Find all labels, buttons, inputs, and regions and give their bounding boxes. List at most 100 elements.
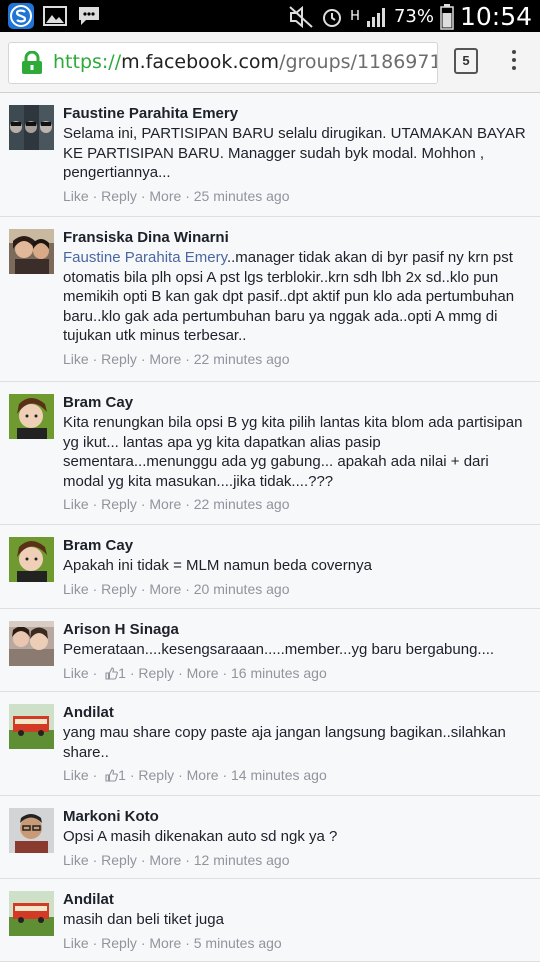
separator: · (222, 664, 228, 681)
comment-actions: Like · 1 · Reply · More · 16 minutes ago (63, 662, 533, 684)
separator: · (92, 851, 98, 868)
more-button[interactable]: More (149, 578, 181, 600)
comment-time[interactable]: 14 minutes ago (231, 764, 327, 786)
thumbs-up-icon (105, 666, 119, 680)
comment-item: Andilat masih dan beli tiket juga Like · R… (0, 879, 540, 962)
gallery-icon (42, 3, 68, 29)
separator: · (140, 851, 146, 868)
separator: · (92, 767, 98, 783)
separator: · (185, 496, 190, 512)
separator: · (92, 934, 98, 951)
like-button[interactable]: Like (63, 662, 89, 684)
reply-button[interactable]: Reply (138, 764, 174, 786)
more-button[interactable]: More (149, 493, 181, 515)
comment-body: Pemerataan....kesengsaraaan.....member..… (63, 641, 495, 658)
comment-time[interactable]: 16 minutes ago (231, 662, 327, 684)
more-button[interactable]: More (149, 849, 181, 871)
separator: · (92, 350, 98, 367)
comment-author[interactable]: Bram Cay (63, 393, 533, 413)
comment-body: yang mau share copy paste aja jangan lan… (63, 724, 506, 761)
comment-author[interactable]: Bram Cay (63, 536, 533, 556)
like-button[interactable]: Like (63, 185, 89, 207)
reply-button[interactable]: Reply (101, 348, 137, 370)
like-button[interactable]: Like (63, 493, 89, 515)
more-button[interactable]: More (149, 932, 181, 954)
reply-button[interactable]: Reply (138, 662, 174, 684)
separator: · (185, 851, 190, 868)
comment-body: Apakah ini tidak = MLM namun beda covern… (63, 557, 372, 574)
like-button[interactable]: Like (63, 348, 89, 370)
reply-button[interactable]: Reply (101, 578, 137, 600)
comment-author[interactable]: Arison H Sinaga (63, 620, 533, 640)
separator: · (185, 350, 190, 367)
comment-time[interactable]: 5 minutes ago (194, 932, 282, 954)
comment-actions: Like · Reply · More · 20 minutes ago (63, 578, 533, 600)
url-text[interactable]: https://m.facebook.com/groups/118697135 (53, 51, 437, 73)
comment-actions: Like · Reply · More · 25 minutes ago (63, 185, 533, 207)
separator: · (140, 580, 146, 597)
comment-text: Opsi A masih dikenakan auto sd ngk ya ? (63, 827, 533, 847)
like-button[interactable]: Like (63, 932, 89, 954)
comment-body: Selama ini, PARTISIPAN BARU selalu dirug… (63, 125, 526, 181)
comment-body: masih dan beli tiket juga (63, 911, 224, 928)
more-button[interactable]: More (149, 185, 181, 207)
reply-button[interactable]: Reply (101, 493, 137, 515)
separator: · (140, 934, 146, 951)
comment-time[interactable]: 12 minutes ago (194, 849, 290, 871)
comment-item: Fransiska Dina Winarni Faustine Parahita … (0, 217, 540, 382)
avatar[interactable] (9, 621, 54, 666)
avatar[interactable] (9, 891, 54, 936)
thumbs-up-icon (105, 769, 119, 782)
separator: · (140, 496, 146, 512)
comment-actions: Like · Reply · More · 12 minutes ago (63, 849, 533, 871)
like-button[interactable]: Like (63, 578, 89, 600)
comment-time[interactable]: 22 minutes ago (194, 348, 290, 370)
status-bar: H 73% 10:54 (0, 0, 540, 32)
comment-item: Bram Cay Kita renungkan bila opsi B yg ki… (0, 382, 540, 525)
comment-time[interactable]: 20 minutes ago (194, 578, 290, 600)
avatar[interactable] (9, 394, 54, 439)
comment-list: Faustine Parahita Emery Selama ini, PARTI… (0, 93, 540, 962)
more-button[interactable]: More (187, 764, 219, 786)
separator: · (92, 187, 98, 204)
separator: · (140, 187, 146, 204)
clock: 10:54 (459, 2, 532, 31)
avatar[interactable] (9, 537, 54, 582)
reply-button[interactable]: Reply (101, 849, 137, 871)
avatar[interactable] (9, 704, 54, 749)
overflow-menu-icon[interactable] (506, 48, 522, 76)
separator: · (185, 187, 190, 204)
comment-author[interactable]: Fransiska Dina Winarni (63, 228, 533, 248)
url-scheme: https:// (53, 51, 122, 73)
browser-toolbar: https://m.facebook.com/groups/118697135 … (0, 32, 540, 93)
comment-author[interactable]: Faustine Parahita Emery (63, 104, 533, 124)
tab-switcher-button[interactable]: 5 (454, 48, 478, 74)
battery-icon (440, 3, 454, 30)
comment-time[interactable]: 25 minutes ago (194, 185, 290, 207)
comment-item: Faustine Parahita Emery Selama ini, PARTI… (0, 93, 540, 217)
signal-icon (366, 7, 385, 27)
like-count-value: 1 (118, 767, 126, 783)
comment-text: Selama ini, PARTISIPAN BARU selalu dirug… (63, 124, 533, 183)
like-count[interactable]: 1 (101, 662, 126, 684)
comment-time[interactable]: 22 minutes ago (194, 493, 290, 515)
like-button[interactable]: Like (63, 849, 89, 871)
reply-button[interactable]: Reply (101, 932, 137, 954)
reply-button[interactable]: Reply (101, 185, 137, 207)
mention-link[interactable]: Faustine Parahita Emery (63, 249, 227, 266)
comment-item: Markoni Koto Opsi A masih dikenakan auto … (0, 796, 540, 879)
separator: · (185, 934, 190, 951)
comment-text: Kita renungkan bila opsi B yg kita pilih… (63, 413, 533, 491)
avatar[interactable] (9, 808, 54, 853)
like-button[interactable]: Like (63, 764, 89, 786)
more-button[interactable]: More (149, 348, 181, 370)
address-bar[interactable]: https://m.facebook.com/groups/118697135 (8, 42, 438, 84)
comment-author[interactable]: Markoni Koto (63, 807, 533, 827)
avatar[interactable] (9, 229, 54, 274)
comment-author[interactable]: Andilat (63, 703, 533, 723)
url-path: /groups/118697135 (279, 51, 437, 73)
more-button[interactable]: More (187, 662, 219, 684)
avatar[interactable] (9, 105, 54, 150)
like-count[interactable]: 1 (101, 764, 126, 786)
comment-author[interactable]: Andilat (63, 890, 533, 910)
